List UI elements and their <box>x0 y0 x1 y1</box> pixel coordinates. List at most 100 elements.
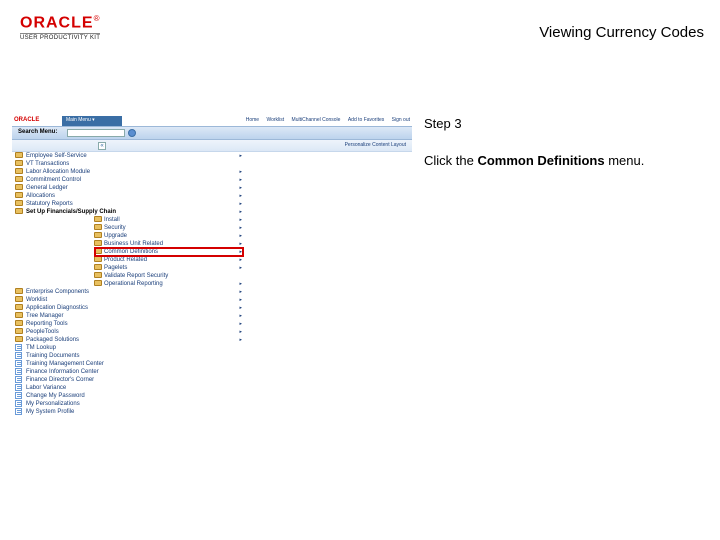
folder-icon <box>94 224 102 230</box>
search-input[interactable] <box>67 129 125 137</box>
folder-icon <box>15 320 23 326</box>
menu-item-label: Set Up Financials/Supply Chain <box>26 209 116 215</box>
expand-arrow-icon: ▸ <box>239 200 242 208</box>
menu-item-label: Training Management Center <box>26 361 104 367</box>
menu-collapse-arrow-icon[interactable]: « <box>98 142 106 150</box>
menu-item-10[interactable]: Application Diagnostics▸ <box>12 304 246 312</box>
document-icon <box>15 400 22 407</box>
step-label: Step 3 <box>424 116 704 131</box>
menu-item-18[interactable]: Finance Information Center <box>12 368 246 376</box>
instruction-target: Common Definitions <box>477 153 604 168</box>
application-screenshot: ORACLE Main Menu ▾ Home Worklist MultiCh… <box>12 116 412 410</box>
folder-icon <box>94 280 102 286</box>
folder-icon <box>94 264 102 270</box>
menu-item-7[interactable]: Set Up Financials/Supply Chain▸ <box>12 208 246 216</box>
menu-tree: Employee Self-Service▸VT TransactionsLab… <box>12 152 246 416</box>
logo-brand-text: ORACLE <box>20 14 94 31</box>
menu-item-20[interactable]: Labor Variance <box>12 384 246 392</box>
folder-icon <box>15 288 23 294</box>
menu-item-label: My Personalizations <box>26 401 80 407</box>
document-icon <box>15 408 22 415</box>
folder-icon <box>94 216 102 222</box>
menu-item-3[interactable]: Commitment Control▸ <box>12 176 246 184</box>
menu-item-label: Upgrade <box>104 233 127 239</box>
personalize-link[interactable]: Personalize Content Layout <box>345 142 406 148</box>
menu-item-6[interactable]: Statutory Reports▸ <box>12 200 246 208</box>
expand-arrow-icon: ▸ <box>239 224 242 232</box>
submenu-item-5[interactable]: Product Related▸ <box>12 256 246 264</box>
menu-item-label: Allocations <box>26 193 55 199</box>
submenu-item-6[interactable]: Pagelets▸ <box>12 264 246 272</box>
expand-arrow-icon: ▸ <box>239 336 242 344</box>
submenu-item-1[interactable]: Security ▸ <box>12 224 246 232</box>
expand-arrow-icon: ▸ <box>239 232 242 240</box>
folder-icon <box>15 200 23 206</box>
submenu-item-4[interactable]: Common Definitions▸ <box>12 248 246 256</box>
folder-icon <box>94 232 102 238</box>
folder-icon <box>15 184 23 190</box>
menu-item-label: Labor Allocation Module <box>26 169 90 175</box>
menu-item-label: Common Definitions <box>104 249 158 255</box>
folder-icon <box>15 296 23 302</box>
menu-item-label: Pagelets <box>104 265 127 271</box>
menu-item-label: Training Documents <box>26 353 79 359</box>
menu-item-12[interactable]: Reporting Tools▸ <box>12 320 246 328</box>
document-icon <box>15 344 22 351</box>
menu-item-label: Tree Manager <box>26 313 63 319</box>
folder-icon <box>15 160 23 166</box>
menu-item-21[interactable]: Change My Password <box>12 392 246 400</box>
chevron-down-icon: ▾ <box>92 117 95 123</box>
menu-item-19[interactable]: Finance Director's Corner <box>12 376 246 384</box>
menu-item-15[interactable]: TM Lookup <box>12 344 246 352</box>
folder-icon <box>94 256 102 262</box>
nav-mcc[interactable]: MultiChannel Console <box>292 117 341 123</box>
menu-item-13[interactable]: PeopleTools▸ <box>12 328 246 336</box>
menu-item-2[interactable]: Labor Allocation Module▸ <box>12 168 246 176</box>
menu-item-0[interactable]: Employee Self-Service▸ <box>12 152 246 160</box>
menu-item-14[interactable]: Packaged Solutions▸ <box>12 336 246 344</box>
instruction-suffix: menu. <box>605 153 645 168</box>
menu-item-label: Finance Information Center <box>26 369 99 375</box>
main-menu-tab[interactable]: Main Menu ▾ <box>62 116 122 126</box>
menu-item-4[interactable]: General Ledger▸ <box>12 184 246 192</box>
menu-item-23[interactable]: My System Profile <box>12 408 246 416</box>
submenu-item-2[interactable]: Upgrade ▸ <box>12 232 246 240</box>
submenu-item-3[interactable]: Business Unit Related▸ <box>12 240 246 248</box>
menu-item-5[interactable]: Allocations▸ <box>12 192 246 200</box>
main-menu-tab-label: Main Menu <box>66 117 91 123</box>
nav-atf[interactable]: Add to Favorites <box>348 117 384 123</box>
instruction-panel: Step 3 Click the Common Definitions menu… <box>424 116 704 168</box>
app-sub-toolbar: « Personalize Content Layout <box>12 140 412 152</box>
nav-home[interactable]: Home <box>246 117 259 123</box>
expand-arrow-icon: ▸ <box>239 312 242 320</box>
document-icon <box>15 376 22 383</box>
menu-item-label: Change My Password <box>26 393 85 399</box>
menu-item-11[interactable]: Tree Manager ▸ <box>12 312 246 320</box>
nav-signout[interactable]: Sign out <box>392 117 410 123</box>
expand-arrow-icon: ▸ <box>239 304 242 312</box>
menu-item-8[interactable]: Enterprise Components▸ <box>12 288 246 296</box>
instruction-prefix: Click the <box>424 153 477 168</box>
folder-icon <box>94 240 102 246</box>
menu-item-9[interactable]: Worklist▸ <box>12 296 246 304</box>
menu-item-16[interactable]: Training Documents <box>12 352 246 360</box>
app-top-bar: ORACLE Main Menu ▾ Home Worklist MultiCh… <box>12 116 412 126</box>
folder-icon <box>94 248 102 254</box>
folder-icon <box>94 272 102 278</box>
menu-item-1[interactable]: VT Transactions <box>12 160 246 168</box>
menu-item-22[interactable]: My Personalizations <box>12 400 246 408</box>
upk-header: ORACLE® USER PRODUCTIVITY KIT Viewing Cu… <box>0 0 720 60</box>
submenu-item-7[interactable]: Validate Report Security <box>12 272 246 280</box>
menu-item-label: Security <box>104 225 126 231</box>
expand-arrow-icon: ▸ <box>239 176 242 184</box>
submenu-item-8[interactable]: Operational Reporting▸ <box>12 280 246 288</box>
menu-item-17[interactable]: Training Management Center <box>12 360 246 368</box>
nav-worklist[interactable]: Worklist <box>266 117 284 123</box>
expand-arrow-icon: ▸ <box>239 184 242 192</box>
instruction-text: Click the Common Definitions menu. <box>424 153 704 168</box>
menu-item-label: My System Profile <box>26 409 74 415</box>
submenu-item-0[interactable]: Install▸ <box>12 216 246 224</box>
search-go-icon[interactable] <box>128 129 136 137</box>
search-menu-label: Search Menu: <box>18 129 57 135</box>
menu-item-label: Business Unit Related <box>104 241 163 247</box>
